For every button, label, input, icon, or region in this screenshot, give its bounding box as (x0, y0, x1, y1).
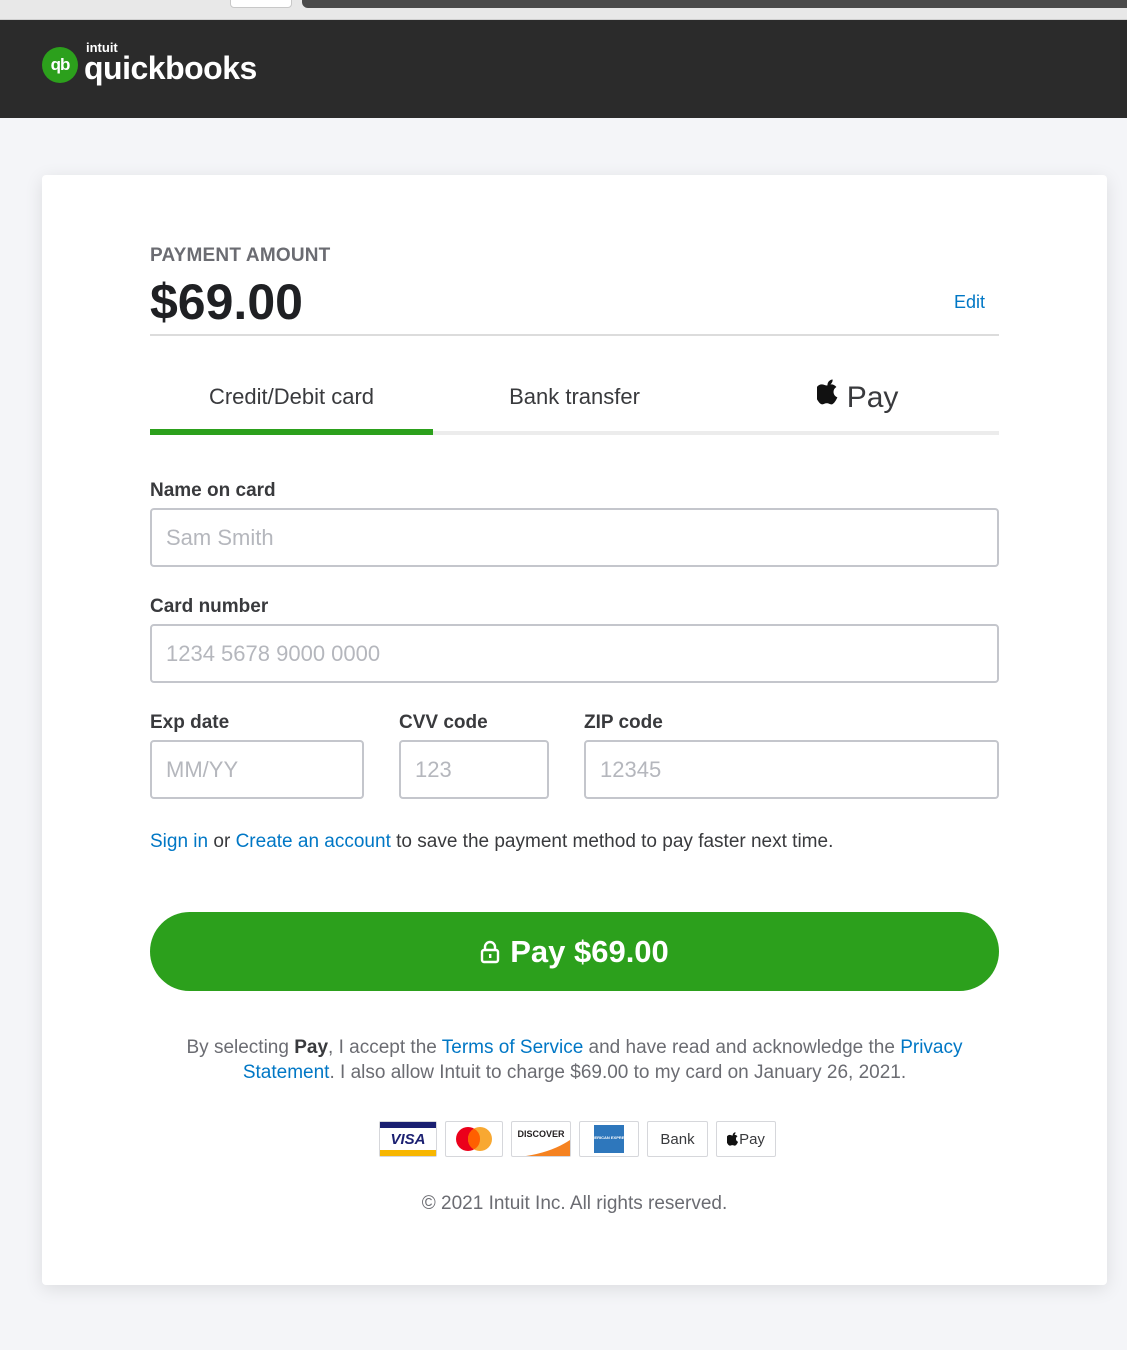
discover-label: DISCOVER (517, 1129, 565, 1139)
tab-bank-transfer[interactable]: Bank transfer (433, 373, 716, 431)
save-payment-prompt: Sign in or Create an account to save the… (150, 831, 833, 853)
mastercard-badge (445, 1121, 503, 1157)
apple-icon (727, 1132, 739, 1146)
amex-label: AMERICAN EXPRESS (588, 1135, 630, 1140)
legal-consent-text: By selecting Pay, I accept the Terms of … (150, 1035, 999, 1085)
visa-label: VISA (390, 1131, 425, 1148)
amount-divider (150, 334, 999, 336)
bank-badge: Bank (647, 1121, 708, 1157)
tab-label: Credit/Debit card (208, 384, 375, 409)
tab-label: Pay (846, 381, 899, 415)
legal-text: and have read and acknowledge the (588, 1037, 895, 1058)
terms-of-service-link[interactable]: Terms of Service (442, 1037, 583, 1058)
qb-logo-icon: qb (42, 46, 78, 83)
name-on-card-input[interactable] (150, 508, 999, 567)
exp-date-label: Exp date (150, 712, 230, 733)
save-method-text: to save the payment method to pay faster… (396, 831, 834, 852)
cvv-code-label: CVV code (399, 712, 488, 733)
amex-badge: AMERICAN EXPRESS (579, 1121, 639, 1157)
sign-in-link[interactable]: Sign in (150, 831, 208, 852)
bank-label: Bank (660, 1130, 695, 1148)
mastercard-icon (456, 1127, 492, 1151)
header-bar: qb intuit quickbooks (0, 20, 1127, 118)
payment-amount-label: PAYMENT AMOUNT (150, 245, 331, 266)
or-text: or (213, 831, 231, 852)
legal-text: By selecting (186, 1037, 289, 1058)
visa-icon: VISA (380, 1122, 436, 1156)
edit-amount-link[interactable]: Edit (954, 292, 985, 313)
payment-method-tabs: Credit/Debit card Bank transfer Pay (150, 373, 999, 435)
card-number-input[interactable] (150, 624, 999, 683)
logo-wordmark: intuit quickbooks (84, 40, 257, 87)
browser-tab[interactable] (230, 0, 292, 8)
tab-apple-pay[interactable]: Pay (716, 373, 999, 431)
discover-icon: DISCOVER (517, 1129, 570, 1156)
intuit-label: intuit (86, 40, 118, 55)
visa-badge: VISA (379, 1121, 437, 1157)
apple-pay-label: Pay (739, 1130, 765, 1148)
browser-chrome-strip (0, 0, 1127, 20)
lock-icon (480, 940, 500, 964)
copyright-footer: © 2021 Intuit Inc. All rights reserved. (421, 1193, 728, 1214)
exp-date-input[interactable] (150, 740, 364, 799)
amex-icon: AMERICAN EXPRESS (588, 1125, 630, 1153)
legal-pay-word: Pay (294, 1037, 329, 1058)
zip-code-input[interactable] (584, 740, 999, 799)
payment-amount-value: $69.00 (150, 274, 303, 330)
cvv-code-input[interactable] (399, 740, 549, 799)
accepted-payment-methods: VISA DISCOVER AMERICAN EXPRESS Bank Pay (379, 1121, 776, 1157)
legal-text: , I accept the (328, 1037, 437, 1058)
apple-icon (814, 374, 839, 422)
legal-text: . I also allow Intuit to charge $69.00 t… (329, 1062, 907, 1083)
tab-credit-debit-card[interactable]: Credit/Debit card (150, 373, 433, 435)
pay-button[interactable]: Pay $69.00 (150, 912, 999, 991)
create-account-link[interactable]: Create an account (236, 831, 391, 852)
apple-pay-badge: Pay (716, 1121, 776, 1157)
payment-card: PAYMENT AMOUNT $69.00 Edit Credit/Debit … (42, 175, 1107, 1285)
zip-code-label: ZIP code (584, 712, 663, 733)
browser-address-bar[interactable] (302, 0, 1127, 8)
card-number-label: Card number (150, 596, 269, 617)
quickbooks-logo[interactable]: qb intuit quickbooks (42, 40, 257, 87)
tab-label: Bank transfer (509, 384, 640, 409)
name-on-card-label: Name on card (150, 480, 276, 501)
discover-badge: DISCOVER (511, 1121, 571, 1157)
pay-button-label: Pay $69.00 (510, 933, 669, 969)
